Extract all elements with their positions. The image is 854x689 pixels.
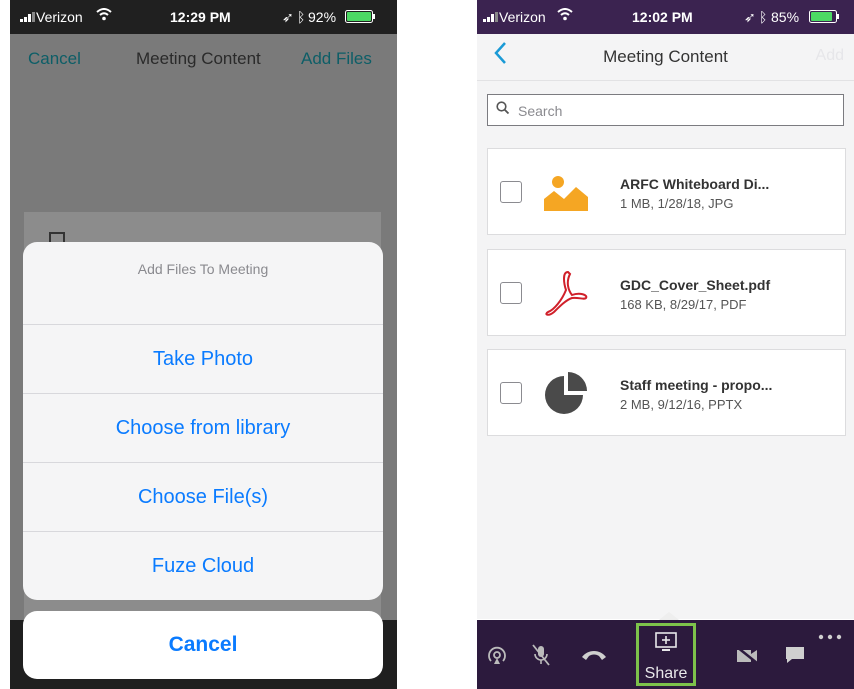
file-checkbox[interactable] (500, 382, 522, 404)
file-meta: 1 MB, 1/28/18, JPG (620, 196, 734, 211)
file-checkbox[interactable] (500, 282, 522, 304)
file-name: Staff meeting - propo... (620, 377, 773, 393)
wifi-icon (557, 8, 573, 24)
chat-icon (786, 646, 804, 663)
file-list: ARFC Whiteboard Di... 1 MB, 1/28/18, JPG… (477, 139, 854, 619)
battery-percent: 92% (308, 9, 337, 25)
file-row[interactable]: GDC_Cover_Sheet.pdf 168 KB, 8/29/17, PDF (487, 249, 846, 336)
clock: 12:29 PM (170, 9, 231, 25)
file-row[interactable]: ARFC Whiteboard Di... 1 MB, 1/28/18, JPG (487, 148, 846, 235)
cancel-link[interactable]: Cancel (28, 49, 81, 69)
file-row[interactable]: Staff meeting - propo... 2 MB, 9/12/16, … (487, 349, 846, 436)
file-meta: 168 KB, 8/29/17, PDF (620, 297, 747, 312)
navigation-bar: Cancel Meeting Content Add Files (10, 34, 397, 82)
action-sheet: Add Files To Meeting Take Photo Choose f… (23, 242, 383, 600)
cancel-button[interactable]: Cancel (23, 611, 383, 679)
left-phone-screen: Verizon 12:29 PM ➶ ᛒ 92% Cancel Meeting … (10, 0, 397, 689)
page-title: Meeting Content (603, 47, 728, 66)
battery-percent: 85% (771, 9, 800, 25)
file-meta: 2 MB, 9/12/16, PPTX (620, 397, 743, 412)
search-icon (496, 101, 510, 115)
page-title: Meeting Content (136, 49, 261, 68)
share-label: Share (644, 665, 688, 682)
phone-hangup-icon (582, 650, 606, 660)
search-input[interactable] (516, 95, 820, 127)
bluetooth-icon: ᛒ (297, 9, 306, 25)
hang-up-button[interactable] (577, 620, 611, 689)
bluetooth-icon: ᛒ (759, 9, 768, 25)
navigation-bar: Meeting Content Add (477, 34, 854, 81)
meeting-toolbar: Share (477, 612, 854, 689)
screen-share-icon (655, 632, 677, 651)
camera-off-button[interactable] (732, 620, 762, 689)
file-checkbox[interactable] (500, 181, 522, 203)
microphone-muted-icon (532, 643, 550, 666)
add-button[interactable]: Add (816, 47, 844, 65)
wifi-icon (96, 8, 112, 24)
broadcast-button[interactable] (483, 620, 511, 689)
search-box (487, 94, 844, 127)
signal-icon (20, 9, 36, 25)
location-icon: ➶ (282, 9, 294, 25)
mute-button[interactable] (527, 620, 555, 689)
battery-icon (809, 10, 841, 26)
search-bar (477, 81, 854, 139)
presentation-icon (545, 372, 587, 414)
clock: 12:02 PM (632, 9, 693, 25)
camera-off-icon (736, 645, 758, 664)
choose-from-library-option[interactable]: Choose from library (23, 394, 383, 463)
more-button[interactable] (815, 620, 845, 689)
file-name: GDC_Cover_Sheet.pdf (620, 277, 771, 293)
chat-button[interactable] (782, 620, 808, 689)
status-bar: Verizon 12:02 PM ➶ ᛒ 85% (477, 0, 854, 34)
share-button[interactable]: Share (636, 623, 696, 686)
image-icon (544, 176, 588, 211)
battery-icon (345, 10, 377, 26)
right-phone-screen: Verizon 12:02 PM ➶ ᛒ 85% Meeting Content… (477, 0, 854, 689)
file-name: ARFC Whiteboard Di... (620, 176, 770, 192)
status-bar: Verizon 12:29 PM ➶ ᛒ 92% (10, 0, 397, 34)
pdf-icon (545, 270, 588, 316)
broadcast-icon (488, 646, 506, 664)
location-icon: ➶ (744, 9, 756, 25)
add-files-link[interactable]: Add Files (301, 49, 372, 69)
signal-icon (483, 9, 499, 25)
carrier-label: Verizon (36, 9, 83, 25)
take-photo-option[interactable]: Take Photo (23, 325, 383, 394)
more-icon (818, 634, 842, 640)
carrier-label: Verizon (499, 9, 546, 25)
action-sheet-title: Add Files To Meeting (23, 242, 383, 325)
popover-arrow (659, 612, 679, 620)
choose-files-option[interactable]: Choose File(s) (23, 463, 383, 532)
fuze-cloud-option[interactable]: Fuze Cloud (23, 532, 383, 600)
